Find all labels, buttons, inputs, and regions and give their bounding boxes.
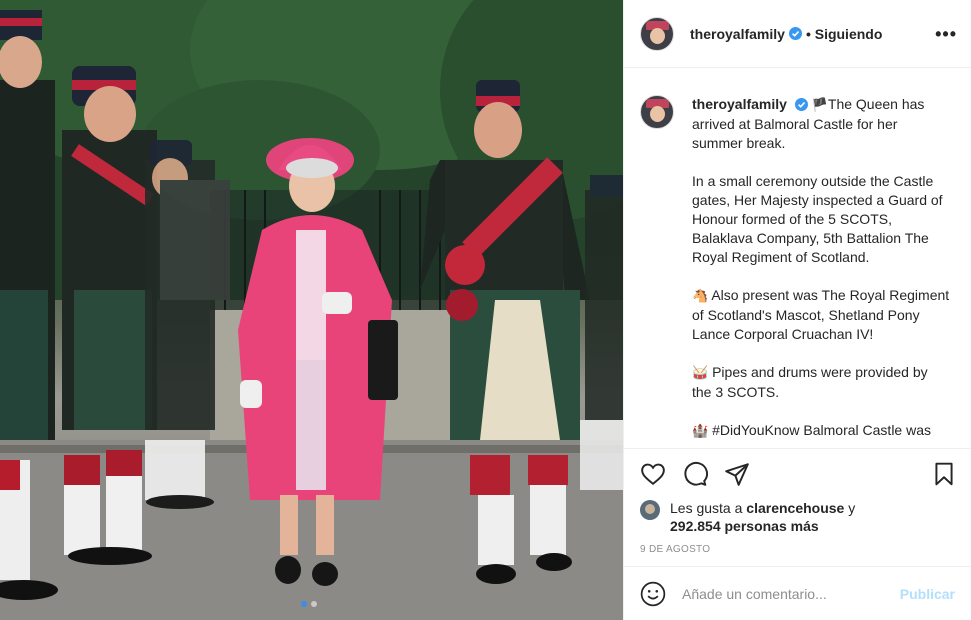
caption-paragraph-4: Pipes and drums were provided by the 3 S… (692, 364, 928, 400)
heart-icon[interactable] (640, 461, 666, 487)
post-actions: Les gusta a clarencehouse y 292.854 pers… (624, 448, 971, 555)
caption-comment: theroyalfamily 🏴The Queen has arrived at… (624, 69, 971, 448)
comment-composer: Publicar (624, 566, 971, 620)
emoji-icon[interactable] (640, 581, 666, 607)
caption-paragraph-3: Also present was The Royal Regiment of S… (692, 287, 950, 342)
carousel-dot-1[interactable] (301, 601, 307, 607)
post-photo[interactable] (0, 0, 623, 620)
comment-icon[interactable] (682, 461, 708, 487)
post-header: theroyalfamily • Siguiendo ••• (624, 0, 971, 68)
likes-prefix: Les gusta a (670, 500, 747, 516)
carousel-dots[interactable] (301, 601, 317, 607)
comment-input[interactable] (682, 585, 882, 602)
photo-scene (0, 0, 623, 620)
verified-badge-icon (788, 27, 802, 40)
caption-text: theroyalfamily 🏴The Queen has arrived at… (692, 95, 950, 448)
likes-text: Les gusta a clarencehouse y 292.854 pers… (670, 499, 855, 535)
caption-scroll-area[interactable]: theroyalfamily 🏴The Queen has arrived at… (624, 69, 971, 448)
carousel-dot-2[interactable] (311, 601, 317, 607)
caption-paragraph-5: #DidYouKnow Balmoral Castle was (712, 422, 932, 438)
caption-paragraph-2: In a small ceremony outside the Castle g… (692, 173, 943, 265)
action-icons-row (624, 449, 971, 499)
horse-emoji-icon: 🐴 (692, 289, 709, 304)
caption-verified-badge-icon (794, 98, 808, 111)
likes-summary: Les gusta a clarencehouse y 292.854 pers… (624, 499, 971, 539)
castle-emoji-icon: 🏰 (692, 424, 709, 439)
liker-username[interactable]: clarencehouse (746, 500, 844, 516)
author-avatar[interactable] (640, 16, 674, 51)
caption-username[interactable]: theroyalfamily (692, 96, 787, 112)
more-options-icon[interactable]: ••• (935, 24, 957, 45)
flag-emoji-icon: 🏴 (811, 98, 828, 113)
publish-button[interactable]: Publicar (900, 586, 955, 602)
liker-avatar[interactable] (640, 500, 660, 520)
likes-suffix: y (844, 500, 856, 516)
author-username[interactable]: theroyalfamily (690, 26, 785, 42)
bookmark-icon[interactable] (931, 461, 957, 487)
share-icon[interactable] (724, 461, 750, 487)
drum-emoji-icon: 🥁 (692, 366, 709, 381)
caption-author-avatar[interactable] (640, 95, 674, 129)
likes-count[interactable]: 292.854 personas más (670, 518, 819, 534)
follow-button[interactable]: • Siguiendo (806, 26, 882, 42)
post-date[interactable]: 9 DE AGOSTO (624, 539, 971, 555)
post-side-panel: theroyalfamily • Siguiendo ••• theroyalf… (623, 0, 971, 620)
